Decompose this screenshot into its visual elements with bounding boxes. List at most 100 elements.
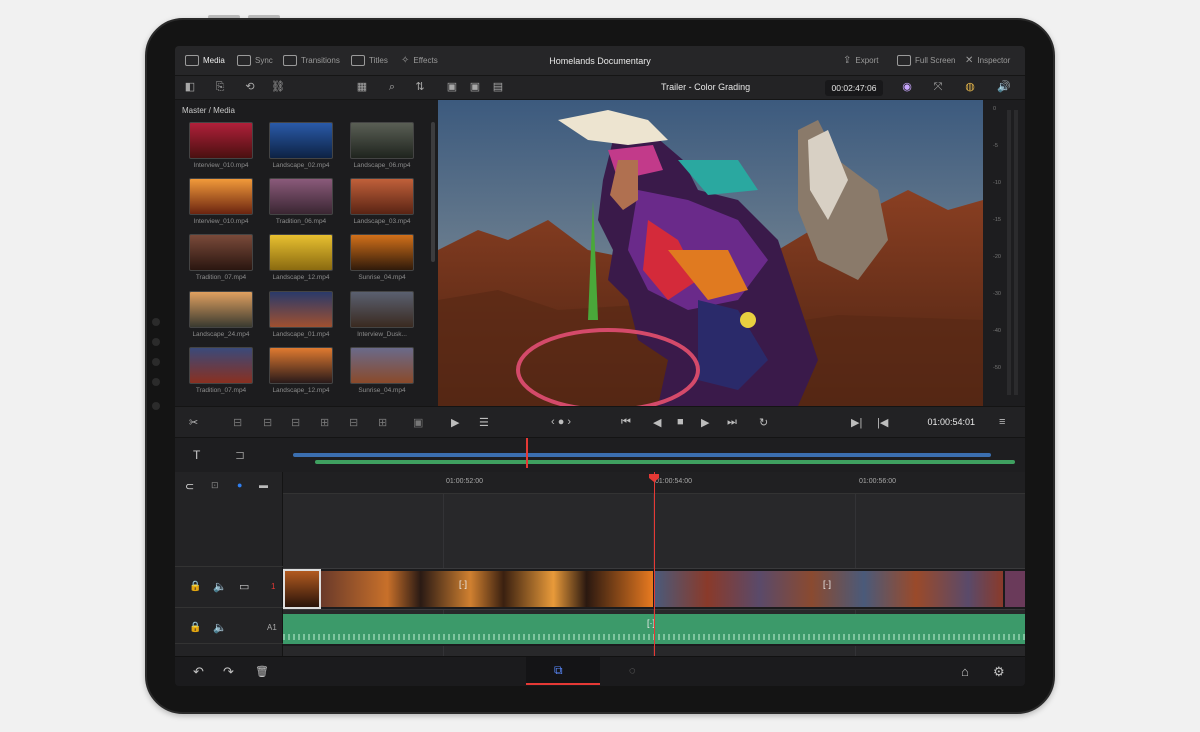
settings-gear-icon[interactable]: ⚙: [993, 664, 1005, 680]
volume-icon[interactable]: 🔊: [997, 81, 1011, 94]
lock-icon[interactable]: 🔒: [189, 581, 201, 592]
video-track-header: 🔒 🔈 ▭ 1: [175, 566, 283, 608]
title-tool-icon[interactable]: T: [193, 448, 200, 462]
settings-sliders-icon[interactable]: ☰: [479, 416, 489, 429]
media-clip-thumbnail[interactable]: [350, 347, 414, 384]
menu-export[interactable]: ⇪ Export: [843, 55, 879, 66]
media-clip-label: Landscape_12.mp4: [272, 387, 330, 394]
play-icon[interactable]: ▶: [701, 416, 709, 429]
magnet-icon[interactable]: ⊂: [185, 480, 194, 493]
media-clip-thumbnail[interactable]: [350, 178, 414, 215]
playback-mode-icon[interactable]: ▶: [451, 416, 459, 429]
tab-cut-page[interactable]: ⧉: [526, 657, 600, 685]
media-clip-thumbnail[interactable]: [189, 347, 253, 384]
media-pool-scrollbar[interactable]: [431, 122, 435, 262]
skip-to-start-icon[interactable]: ⏮: [621, 416, 631, 429]
media-pool: Master / Media Interview_010.mp4 Landscap…: [175, 100, 438, 406]
play-reverse-icon[interactable]: ◀: [653, 416, 661, 429]
video-clip-sunset[interactable]: [321, 571, 653, 607]
video-clip-selected[interactable]: [283, 569, 321, 609]
video-toggle-icon[interactable]: ▭: [239, 580, 249, 593]
previous-clip-icon[interactable]: |◀: [877, 416, 888, 429]
sort-icon[interactable]: ⇅: [413, 81, 427, 94]
media-clip-thumbnail[interactable]: [189, 234, 253, 271]
menu-full-screen[interactable]: Full Screen: [897, 55, 955, 66]
viewer[interactable]: [438, 100, 983, 406]
media-clip-label: Interview_010.mp4: [193, 162, 249, 169]
media-clip-thumbnail[interactable]: [269, 234, 333, 271]
search-icon[interactable]: ⌕: [385, 81, 399, 94]
media-clip-thumbnail[interactable]: [269, 122, 333, 159]
transition-marker-icon[interactable]: [·]: [823, 579, 831, 589]
media-clip-thumbnail[interactable]: [350, 234, 414, 271]
next-clip-icon[interactable]: ▶|: [851, 416, 862, 429]
transition-marker-icon[interactable]: [·]: [459, 579, 467, 589]
marker-icon[interactable]: ●: [237, 480, 242, 490]
undo-icon[interactable]: ↶: [193, 664, 204, 680]
audio-toggle-icon[interactable]: 🔈: [213, 580, 227, 593]
timeline-name[interactable]: Trailer - Color Grading: [661, 82, 750, 92]
ruler-timecode: 01:00:52:00: [446, 478, 483, 485]
skip-to-end-icon[interactable]: ⏭: [727, 416, 737, 429]
color-page-icon[interactable]: ◌: [629, 665, 636, 677]
menu-icon[interactable]: ≡: [999, 416, 1005, 428]
scissors-icon[interactable]: ✂: [189, 416, 198, 429]
redo-icon[interactable]: ↷: [223, 664, 234, 680]
ruler-timecode: 01:00:56:00: [859, 478, 896, 485]
meter-bar: [1014, 110, 1018, 395]
trash-icon[interactable]: 🗑: [255, 665, 269, 678]
audio-toggle-icon[interactable]: 🔈: [213, 621, 227, 634]
lock-icon[interactable]: 🔒: [189, 622, 201, 633]
grid-view-icon[interactable]: ▦: [355, 81, 369, 94]
mini-timeline[interactable]: T ⊐: [175, 438, 1025, 472]
media-clip-thumbnail[interactable]: [189, 291, 253, 328]
home-icon[interactable]: ⌂: [961, 664, 969, 679]
menu-inspector[interactable]: ✕ Inspector: [965, 55, 1010, 66]
device-dot: [152, 402, 160, 410]
media-clip-label: Interview_010.mp4: [193, 218, 249, 225]
video-track-label: 1: [271, 582, 276, 591]
media-clip-thumbnail[interactable]: [269, 347, 333, 384]
flag-icon[interactable]: ▬: [259, 480, 268, 490]
media-clip-thumbnail[interactable]: [350, 122, 414, 159]
media-clip-thumbnail[interactable]: [269, 291, 333, 328]
playhead[interactable]: [654, 472, 655, 656]
meter-tick-label: 0: [993, 106, 997, 112]
media-clip-thumbnail[interactable]: [189, 122, 253, 159]
filmstrip-icon[interactable]: ▤: [491, 81, 505, 94]
relink-icon[interactable]: ⟲: [243, 81, 257, 94]
video-clip-next[interactable]: [1005, 571, 1025, 607]
ripple-icon[interactable]: ▣: [413, 416, 423, 429]
color-wheels-icon[interactable]: ◉: [900, 81, 914, 94]
viewer-mode-icon[interactable]: ▣: [468, 81, 482, 94]
viewer-frame-image: [438, 100, 983, 406]
mini-audio-track: [315, 460, 1015, 464]
media-clip-thumbnail[interactable]: [350, 291, 414, 328]
insert-clip-icon[interactable]: ⊟: [233, 416, 242, 429]
media-clip-thumbnail[interactable]: [189, 178, 253, 215]
mini-playhead[interactable]: [526, 438, 528, 468]
transform-icon[interactable]: ⤧: [931, 81, 945, 94]
breadcrumb: Master / Media: [182, 106, 235, 115]
ruler-timecode: 01:00:54:00: [655, 478, 692, 485]
fit-to-fill-icon[interactable]: ⊞: [320, 416, 329, 429]
overwrite-clip-icon[interactable]: ⊟: [263, 416, 272, 429]
trim-tool-icon[interactable]: ⊐: [235, 448, 245, 462]
meter-tick-label: -50: [993, 365, 1001, 371]
place-on-top-icon[interactable]: ⊟: [349, 416, 358, 429]
video-clip-dancer[interactable]: [655, 571, 1003, 607]
color-icon[interactable]: ◍: [963, 81, 977, 94]
mini-video-track: [293, 453, 991, 457]
meter-tick-label: -40: [993, 328, 1001, 334]
jog-control-icon[interactable]: ‹ ● ›: [551, 416, 571, 428]
media-clip-thumbnail[interactable]: [269, 178, 333, 215]
viewer-mode-icon[interactable]: ▣: [445, 81, 459, 94]
link-clips-icon[interactable]: ⊡: [211, 480, 219, 491]
append-icon[interactable]: ⊞: [378, 416, 387, 429]
panel-toggle-icon[interactable]: ◧: [183, 81, 197, 94]
link-icon[interactable]: ⛓: [271, 81, 285, 94]
import-icon[interactable]: ⎘: [213, 81, 227, 94]
stop-icon[interactable]: ■: [677, 416, 684, 428]
replace-clip-icon[interactable]: ⊟: [291, 416, 300, 429]
loop-icon[interactable]: ↻: [759, 416, 768, 429]
